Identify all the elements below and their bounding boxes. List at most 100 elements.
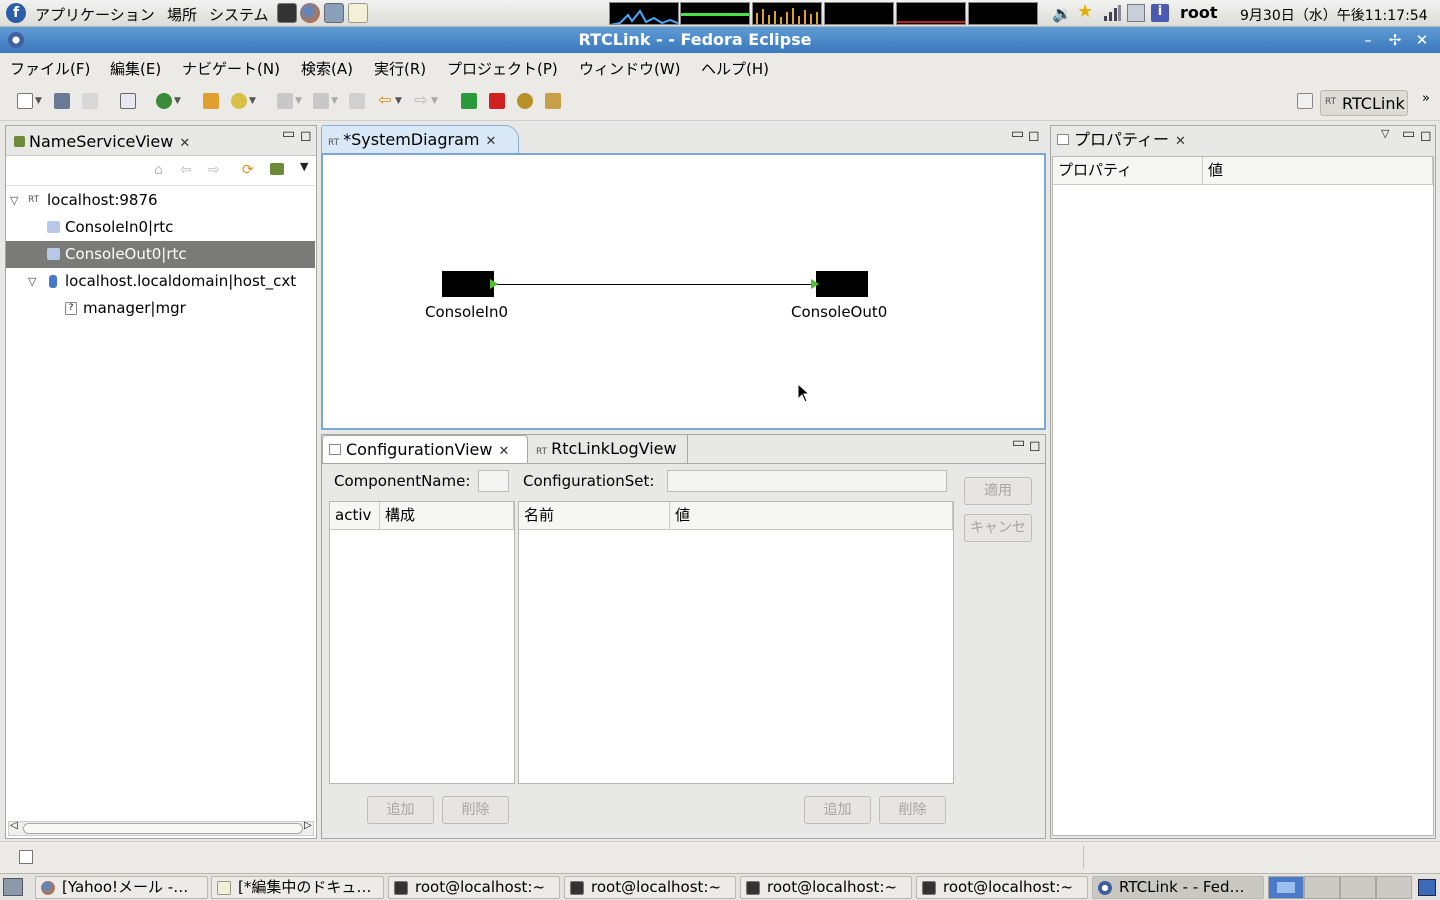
menu-edit[interactable]: 編集(E) bbox=[110, 58, 161, 79]
fedora-logo-icon[interactable]: f bbox=[6, 3, 26, 23]
maximize-editor-icon[interactable]: ◻ bbox=[1028, 128, 1040, 144]
close-window-icon[interactable]: ✕ bbox=[1411, 30, 1433, 50]
terminal-launcher-icon[interactable] bbox=[277, 3, 297, 23]
stop-all-icon[interactable] bbox=[489, 93, 505, 109]
menu-navigate[interactable]: ナビゲート(N) bbox=[182, 58, 280, 79]
fast-view-icon[interactable] bbox=[19, 850, 33, 864]
open-folder-icon[interactable] bbox=[203, 93, 219, 109]
applications-menu[interactable]: アプリケーション bbox=[35, 4, 155, 25]
tab-name-service-view[interactable]: NameServiceView ✕ bbox=[7, 127, 202, 155]
tab-system-diagram[interactable]: RT *SystemDiagram ✕ bbox=[321, 125, 519, 153]
column-header-property[interactable]: プロパティ bbox=[1053, 157, 1203, 185]
clock[interactable]: 9月30日（水）午後11:17:54 bbox=[1240, 5, 1428, 25]
menu-project[interactable]: プロジェクト(P) bbox=[447, 58, 558, 79]
settings-launcher-icon[interactable] bbox=[324, 3, 344, 23]
minimize-view-icon[interactable]: ▭ bbox=[282, 126, 295, 142]
editor-launcher-icon[interactable] bbox=[348, 3, 368, 23]
perspective-overflow-icon[interactable]: » bbox=[1422, 91, 1430, 106]
column-header-value[interactable]: 値 bbox=[1203, 157, 1433, 185]
favorite-star-icon[interactable]: ★ bbox=[1077, 1, 1095, 22]
configuration-parameter-table[interactable]: 名前 値 bbox=[518, 501, 954, 784]
add-name-server-icon[interactable] bbox=[270, 163, 284, 175]
view-menu-icon[interactable]: ▽ bbox=[1381, 127, 1389, 140]
forward-icon[interactable]: ⇨ bbox=[413, 92, 429, 109]
connect-icon[interactable] bbox=[517, 93, 533, 109]
cancel-button[interactable]: キャンセ bbox=[964, 514, 1032, 542]
tree-item-host-context[interactable]: ▽ localhost.localdomain|host_cxt bbox=[6, 268, 315, 295]
view-back-icon[interactable]: ⇦ bbox=[180, 162, 192, 178]
menu-file[interactable]: ファイル(F) bbox=[10, 58, 90, 79]
new-icon[interactable] bbox=[17, 93, 33, 109]
tree-item-localhost[interactable]: ▽ RT localhost:9876 bbox=[6, 187, 315, 214]
tree-item-consolein0[interactable]: ConsoleIn0|rtc bbox=[6, 214, 315, 241]
tab-properties[interactable]: プロパティー ✕ bbox=[1051, 126, 1191, 154]
task-terminal-4[interactable]: root@localhost:~ bbox=[916, 876, 1088, 899]
close-tab-icon[interactable]: ✕ bbox=[179, 136, 190, 151]
menu-search[interactable]: 検索(A) bbox=[301, 58, 353, 79]
column-header-active[interactable]: activ bbox=[330, 502, 380, 530]
trash-icon[interactable] bbox=[1418, 879, 1436, 896]
task-terminal-2[interactable]: root@localhost:~ bbox=[564, 876, 736, 899]
expand-arrow-icon[interactable]: ▽ bbox=[10, 188, 18, 214]
scroll-left-icon[interactable]: ◁ bbox=[10, 820, 18, 831]
last-edit-icon[interactable] bbox=[349, 93, 365, 109]
tab-rtclink-log-view[interactable]: RT RtcLinkLogView bbox=[530, 435, 688, 463]
show-desktop-icon[interactable] bbox=[3, 878, 23, 896]
scroll-right-icon[interactable]: ▷ bbox=[304, 820, 312, 831]
network-signal-icon[interactable] bbox=[1103, 4, 1121, 22]
maximize-window-icon[interactable]: ✢ bbox=[1384, 30, 1406, 50]
task-terminal-1[interactable]: root@localhost:~ bbox=[388, 876, 560, 899]
configuration-set-table[interactable]: activ 構成 bbox=[329, 501, 515, 784]
previous-annotation-dropdown-icon[interactable]: ▼ bbox=[331, 96, 338, 106]
task-terminal-3[interactable]: root@localhost:~ bbox=[740, 876, 912, 899]
delete-configuration-set-button[interactable]: 削除 bbox=[442, 796, 509, 824]
workspace-1[interactable] bbox=[1268, 876, 1304, 899]
component-name-field[interactable] bbox=[478, 470, 509, 492]
apply-button[interactable]: 適用 bbox=[964, 477, 1032, 505]
close-tab-icon[interactable]: ✕ bbox=[485, 134, 496, 149]
minimize-window-icon[interactable]: – bbox=[1357, 30, 1379, 50]
user-name[interactable]: root bbox=[1180, 3, 1218, 22]
new-dropdown-icon[interactable]: ▼ bbox=[35, 96, 42, 106]
previous-annotation-icon[interactable] bbox=[313, 93, 329, 109]
maximize-view-icon[interactable]: ◻ bbox=[300, 128, 312, 144]
info-icon[interactable]: i bbox=[1151, 4, 1169, 22]
configure-icon[interactable] bbox=[545, 93, 561, 109]
close-tab-icon[interactable]: ✕ bbox=[1175, 134, 1186, 149]
save-icon[interactable] bbox=[54, 93, 70, 109]
column-header-value[interactable]: 値 bbox=[670, 502, 953, 530]
system-menu[interactable]: システム bbox=[209, 4, 269, 25]
port-connector-line[interactable] bbox=[496, 284, 819, 285]
tab-configuration-view[interactable]: ConfigurationView ✕ bbox=[322, 435, 528, 463]
tree-item-manager[interactable]: ? manager|mgr bbox=[6, 295, 315, 322]
back-dropdown-icon[interactable]: ▼ bbox=[395, 96, 402, 106]
inport-icon[interactable] bbox=[811, 279, 819, 289]
add-configuration-set-button[interactable]: 追加 bbox=[367, 796, 434, 824]
expand-arrow-icon[interactable]: ▽ bbox=[28, 269, 36, 295]
scrollbar-thumb[interactable] bbox=[23, 823, 303, 834]
search-dropdown-icon[interactable]: ▼ bbox=[249, 96, 256, 106]
column-header-name[interactable]: 名前 bbox=[519, 502, 670, 530]
tree-item-consoleout0[interactable]: ConsoleOut0|rtc bbox=[6, 241, 315, 268]
next-annotation-dropdown-icon[interactable]: ▼ bbox=[295, 96, 302, 106]
next-annotation-icon[interactable] bbox=[277, 93, 293, 109]
clipboard-icon[interactable] bbox=[1127, 4, 1145, 22]
view-menu-icon[interactable]: ▼ bbox=[300, 160, 308, 173]
menu-window[interactable]: ウィンドウ(W) bbox=[579, 58, 681, 79]
outport-icon[interactable] bbox=[490, 279, 498, 289]
minimize-editor-icon[interactable]: ▭ bbox=[1011, 126, 1024, 142]
window-titlebar[interactable]: RTCLink - - Fedora Eclipse – ✢ ✕ bbox=[0, 27, 1440, 53]
menu-help[interactable]: ヘルプ(H) bbox=[701, 58, 769, 79]
task-document-editor[interactable]: [*編集中のドキュ… bbox=[211, 876, 384, 899]
external-tools-icon[interactable] bbox=[156, 93, 172, 109]
task-yahoo-mail[interactable]: [Yahoo!メール -… bbox=[35, 876, 208, 899]
print-icon[interactable] bbox=[82, 93, 98, 109]
home-icon[interactable]: ⌂ bbox=[154, 162, 163, 178]
horizontal-scrollbar[interactable]: ◁ ▷ bbox=[8, 820, 314, 836]
open-perspective-icon[interactable] bbox=[1297, 93, 1313, 109]
minimize-view-icon[interactable]: ▭ bbox=[1402, 126, 1415, 142]
maximize-view-icon[interactable]: ◻ bbox=[1420, 128, 1432, 144]
add-parameter-button[interactable]: 追加 bbox=[804, 796, 871, 824]
delete-parameter-button[interactable]: 削除 bbox=[879, 796, 946, 824]
perspective-rtclink-button[interactable]: RT RTCLink bbox=[1320, 90, 1408, 116]
